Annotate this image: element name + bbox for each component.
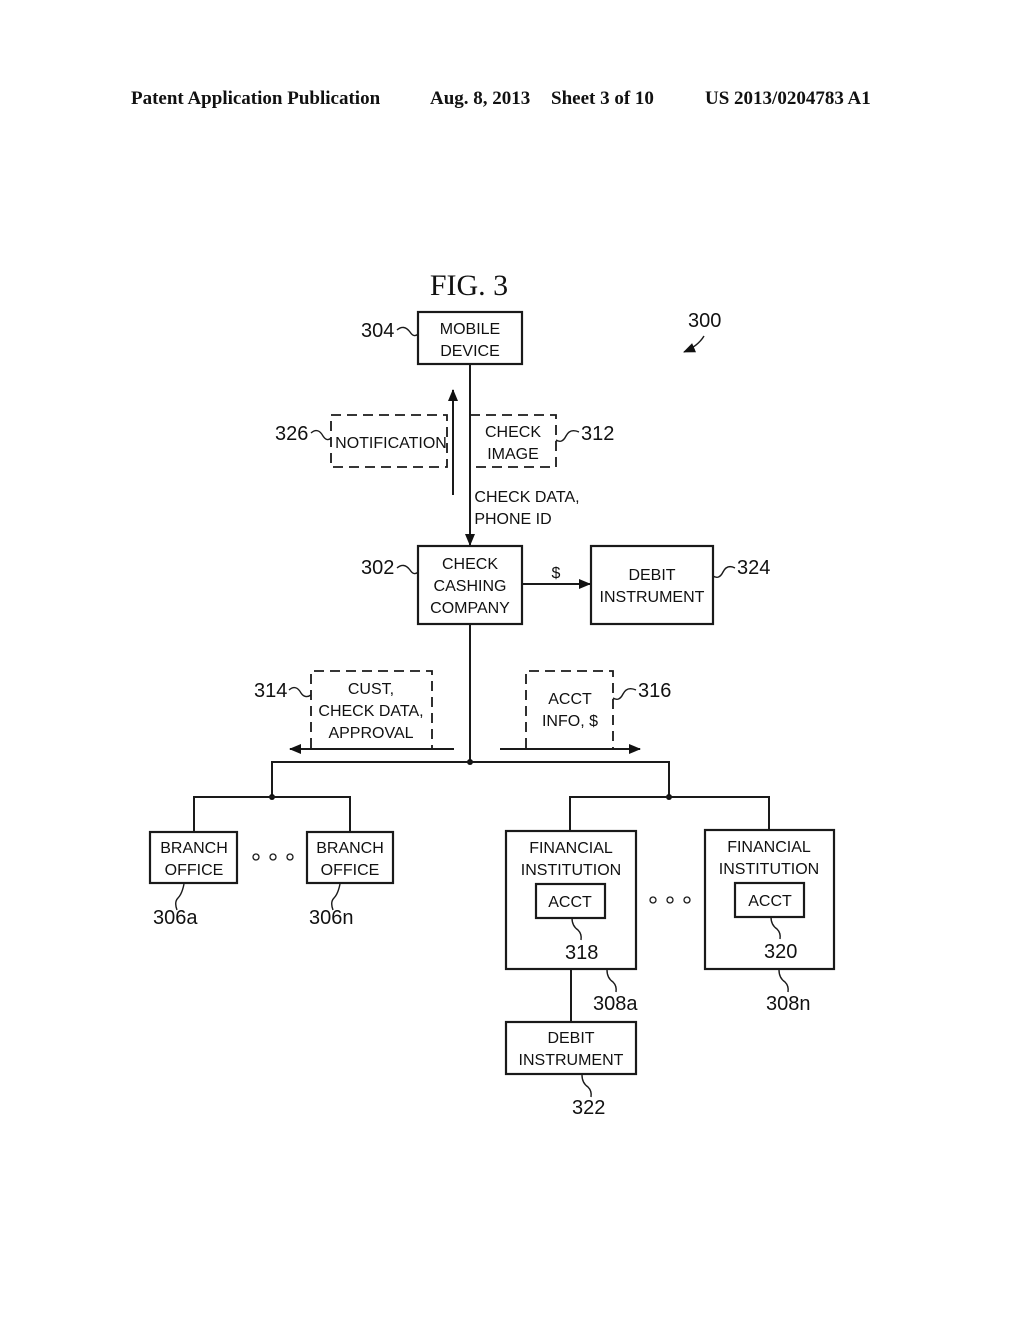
cust-data-ref: 314	[254, 680, 287, 702]
account-318-ref: 318	[565, 942, 598, 964]
ellipsis-dot	[252, 853, 260, 861]
branch-office-n-node: BRANCH OFFICE 306n	[305, 830, 395, 929]
check-image-label-1: CHECK	[485, 424, 541, 441]
check-cashing-label-2: CASHING	[434, 578, 507, 595]
debit-instrument-bottom-leader	[581, 1074, 592, 1098]
financial-institution-a-ref: 308a	[593, 993, 638, 1015]
branch-office-a-node: BRANCH OFFICE 306a	[148, 830, 239, 929]
financial-institution-n-leader	[778, 969, 789, 993]
acct-info-box	[525, 670, 614, 748]
financial-institution-n-label-1: FINANCIAL	[727, 839, 811, 856]
figure-3-diagram: FIG. 3 300 MOBILE DEVICE 304 NOTIFICATIO…	[148, 269, 836, 1119]
notification-node: NOTIFICATION 326	[275, 414, 448, 468]
financial-bus	[569, 796, 770, 831]
notification-ref: 326	[275, 423, 308, 445]
branch-office-n-label-1: BRANCH	[316, 840, 384, 857]
financial-institution-a-leader	[606, 969, 617, 993]
mobile-device-label-1: MOBILE	[440, 321, 500, 338]
ellipsis-dot	[269, 853, 277, 861]
check-cashing-leader	[396, 564, 419, 575]
cust-data-label-2: CHECK DATA,	[318, 703, 423, 720]
check-image-ref: 312	[581, 423, 614, 445]
branch-office-n-ref: 306n	[309, 907, 354, 929]
check-image-leader	[555, 429, 580, 443]
ellipsis-dot	[683, 896, 691, 904]
financial-institution-n-node: FINANCIAL INSTITUTION ACCT 320 308n	[703, 828, 836, 1015]
figure-ref-arrow	[683, 335, 705, 353]
debit-instrument-bottom-node: DEBIT INSTRUMENT 322	[504, 1020, 638, 1119]
ellipsis-dot	[286, 853, 294, 861]
branch-office-a-label-2: OFFICE	[165, 862, 224, 879]
check-image-node: CHECK IMAGE 312	[469, 414, 614, 468]
debit-instrument-top-leader	[712, 565, 736, 579]
account-320-label: ACCT	[748, 893, 792, 910]
acct-info-leader	[612, 687, 637, 701]
debit-instrument-bottom-label-2: INSTRUMENT	[519, 1052, 624, 1069]
cust-data-label-1: CUST,	[348, 681, 394, 698]
figure-ref: 300	[688, 310, 721, 332]
cust-data-label-3: APPROVAL	[328, 725, 413, 742]
acct-info-label-1: ACCT	[548, 691, 592, 708]
distribution-bus	[271, 761, 670, 797]
financial-ellipsis	[649, 896, 691, 904]
branch-office-a-ref: 306a	[153, 907, 198, 929]
check-image-label-2: IMAGE	[487, 446, 539, 463]
cust-data-node: CUST, CHECK DATA, APPROVAL 314	[254, 670, 454, 754]
branch-ellipsis	[252, 853, 294, 861]
mobile-device-node: MOBILE DEVICE 304	[361, 310, 524, 366]
mobile-device-leader	[396, 326, 419, 337]
dollar-label: $	[552, 565, 561, 582]
account-320-leader	[770, 916, 781, 940]
branch-bus	[193, 796, 351, 832]
debit-instrument-top-label-2: INSTRUMENT	[600, 589, 705, 606]
financial-institution-n-ref: 308n	[766, 993, 811, 1015]
check-data-label-1: CHECK DATA,	[474, 489, 579, 506]
debit-instrument-top-ref: 324	[737, 557, 770, 579]
cust-data-leader	[288, 686, 312, 698]
notification-leader	[310, 429, 332, 441]
check-cashing-company-node: CHECK CASHING COMPANY 302	[361, 544, 524, 626]
acct-info-label-2: INFO, $	[542, 713, 598, 730]
debit-instrument-bottom-label-1: DEBIT	[547, 1030, 594, 1047]
debit-instrument-bottom-ref: 322	[572, 1097, 605, 1119]
financial-institution-a-label-2: INSTITUTION	[521, 862, 621, 879]
acct-info-ref: 316	[638, 680, 671, 702]
mobile-device-ref: 304	[361, 320, 394, 342]
debit-instrument-top-label-1: DEBIT	[628, 567, 675, 584]
financial-institution-a-label-1: FINANCIAL	[529, 840, 613, 857]
ellipsis-dot	[649, 896, 657, 904]
check-cashing-label-3: COMPANY	[430, 600, 510, 617]
debit-instrument-top-box	[589, 544, 715, 626]
branch-office-a-label-1: BRANCH	[160, 840, 228, 857]
notification-label: NOTIFICATION	[335, 435, 447, 452]
account-320-ref: 320	[764, 941, 797, 963]
financial-institution-n-label-2: INSTITUTION	[719, 861, 819, 878]
acct-info-node: ACCT INFO, $ 316	[500, 670, 671, 754]
ellipsis-dot	[666, 896, 674, 904]
mobile-device-label-2: DEVICE	[440, 343, 500, 360]
figure-title: FIG. 3	[430, 269, 508, 302]
branch-office-n-label-2: OFFICE	[321, 862, 380, 879]
check-cashing-label-1: CHECK	[442, 556, 498, 573]
account-318-label: ACCT	[548, 894, 592, 911]
account-318-leader	[571, 917, 582, 941]
check-cashing-ref: 302	[361, 557, 394, 579]
check-data-label-2: PHONE ID	[474, 511, 551, 528]
financial-institution-a-node: FINANCIAL INSTITUTION ACCT 318 308a	[504, 829, 638, 1015]
debit-instrument-top-node: DEBIT INSTRUMENT 324	[589, 544, 770, 626]
